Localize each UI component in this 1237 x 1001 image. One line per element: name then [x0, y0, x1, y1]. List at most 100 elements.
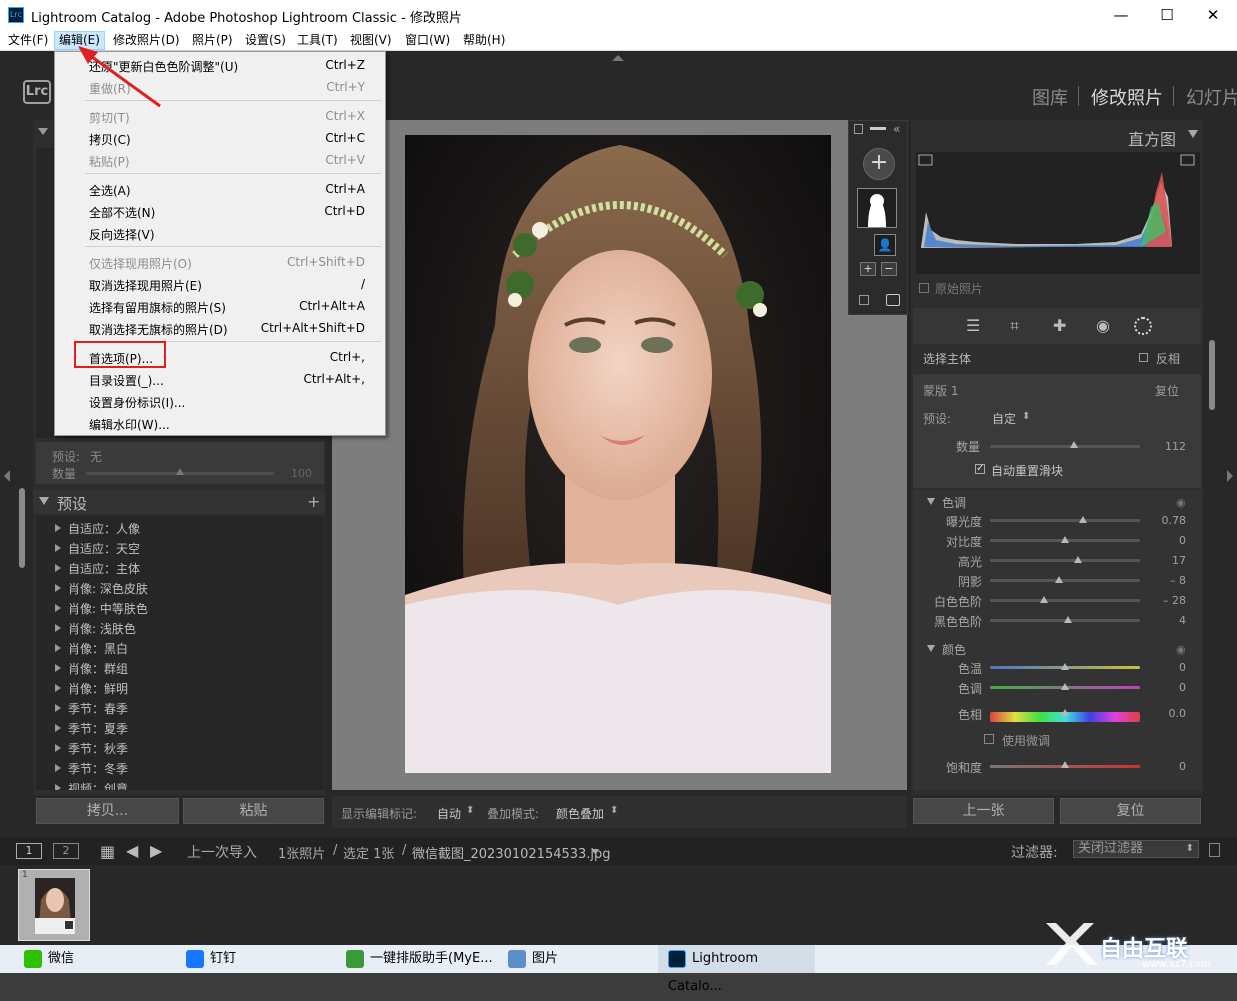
collapse-top-icon[interactable] — [612, 55, 624, 61]
menu-tools[interactable]: 工具(T) — [293, 31, 342, 50]
file-name[interactable]: 微信截图_20230102154533.jpg — [412, 843, 611, 862]
panel-toggle-icon[interactable] — [854, 124, 863, 134]
expand-arrow-icon[interactable] — [55, 584, 61, 592]
menu-item[interactable]: 粘贴(P) Ctrl+V — [55, 149, 385, 171]
menu-item[interactable]: 取消选择现用照片(E) / — [55, 273, 385, 295]
eye-icon[interactable]: ◉ — [1176, 643, 1186, 656]
edit-sliders-icon[interactable]: ☰ — [966, 316, 980, 335]
module-slideshow[interactable]: 幻灯片 — [1186, 84, 1237, 110]
dropdown-arrow-icon[interactable]: ⬍ — [1022, 411, 1030, 422]
add-mask-icon[interactable]: + — [863, 148, 895, 180]
menu-item[interactable]: 全部不选(N) Ctrl+D — [55, 200, 385, 222]
preset-folder-item[interactable]: 肖像: 中等肤色 — [36, 598, 324, 618]
mask-reset-button[interactable]: 复位 — [1155, 382, 1179, 399]
close-icon[interactable]: ✕ — [1190, 0, 1236, 30]
module-develop[interactable]: 修改照片 — [1091, 84, 1163, 110]
dropdown-arrow-icon[interactable]: ⬍ — [610, 805, 618, 816]
adjustment-slider-thumb[interactable] — [1061, 663, 1069, 670]
expand-arrow-icon[interactable] — [55, 784, 61, 790]
menu-item[interactable]: 拷贝(C) Ctrl+C — [55, 127, 385, 149]
show-edit-pins-select[interactable]: 自动 — [437, 805, 461, 822]
preset-folder-item[interactable]: 视频：创意 — [36, 778, 324, 790]
preset-folder-item[interactable]: 自适应：人像 — [36, 518, 324, 538]
menu-help[interactable]: 帮助(H) — [459, 31, 509, 50]
copy-settings-button[interactable]: 拷贝... — [36, 798, 179, 824]
preset-folder-item[interactable]: 肖像: 深色皮肤 — [36, 578, 324, 598]
adjustment-slider[interactable] — [990, 579, 1140, 582]
filter-select[interactable]: 关闭过滤器 ⬍ — [1073, 840, 1199, 858]
preset-folder-item[interactable]: 自适应：主体 — [36, 558, 324, 578]
masking-icon[interactable] — [1134, 317, 1152, 335]
taskbar-lightroom[interactable]: Lightroom Catalo... — [658, 945, 815, 994]
forward-arrow-icon[interactable]: ▶ — [150, 841, 162, 860]
original-photo-checkbox[interactable] — [919, 283, 929, 293]
main-screen-button[interactable]: 1 — [16, 843, 42, 859]
filmstrip-thumbnail[interactable]: 1 — [18, 869, 90, 941]
preset-folder-item[interactable]: 肖像：鲜明 — [36, 678, 324, 698]
histogram-collapse-icon[interactable] — [1188, 130, 1198, 138]
right-scrollbar[interactable] — [1209, 340, 1215, 410]
adjustment-slider-thumb[interactable] — [1061, 709, 1069, 716]
menu-item[interactable]: 反向选择(V) — [55, 222, 385, 244]
add-preset-icon[interactable]: + — [307, 492, 320, 511]
taskbar-typesetting[interactable]: 一键排版助手(MyE... — [346, 945, 493, 973]
menu-item[interactable]: 仅选择现用照片(O) Ctrl+Shift+D — [55, 251, 385, 273]
expand-arrow-icon[interactable] — [55, 704, 61, 712]
adjustment-slider[interactable] — [990, 599, 1140, 602]
navigator-collapse-icon[interactable] — [38, 128, 48, 135]
adjustment-slider-thumb[interactable] — [1061, 536, 1069, 543]
adjustment-slider-thumb[interactable] — [1055, 576, 1063, 583]
minimize-icon[interactable]: — — [1098, 0, 1144, 30]
expand-arrow-icon[interactable] — [55, 564, 61, 572]
grid-view-icon[interactable]: ▦ — [100, 842, 115, 861]
adjustment-slider-thumb[interactable] — [1040, 596, 1048, 603]
second-screen-button[interactable]: 2 — [53, 843, 79, 859]
collapse-strip-icon[interactable]: « — [893, 122, 900, 136]
taskbar-photos[interactable]: 图片 — [508, 945, 558, 973]
adjustment-slider-thumb[interactable] — [1064, 616, 1072, 623]
menu-item[interactable]: 编辑水印(W)... — [55, 412, 385, 434]
expand-arrow-icon[interactable] — [55, 544, 61, 552]
expand-arrow-icon[interactable] — [55, 644, 61, 652]
overlay-mode-select[interactable]: 颜色叠加 — [556, 805, 604, 822]
overlay-color-icon[interactable] — [886, 294, 900, 306]
reset-button[interactable]: 复位 — [1060, 798, 1201, 824]
expand-arrow-icon[interactable] — [55, 604, 61, 612]
add-to-mask-icon[interactable]: + — [860, 262, 876, 276]
subject-mask-icon[interactable]: 👤 — [874, 234, 896, 256]
dropdown-arrow-icon[interactable]: ⬍ — [466, 805, 474, 816]
fine-adjust-checkbox[interactable] — [984, 734, 994, 744]
menu-settings[interactable]: 设置(S) — [241, 31, 290, 50]
menu-photo[interactable]: 照片(P) — [188, 31, 237, 50]
collapse-right-icon[interactable] — [1227, 470, 1233, 482]
adjustment-slider-thumb[interactable] — [1061, 683, 1069, 690]
filmstrip-lock-icon[interactable] — [1209, 843, 1220, 857]
left-amount-thumb[interactable] — [176, 468, 184, 475]
healing-icon[interactable]: ✚ — [1053, 316, 1066, 335]
presets-collapse-icon[interactable] — [39, 497, 49, 505]
preset-folder-item[interactable]: 肖像：群组 — [36, 658, 324, 678]
left-scrollbar[interactable] — [19, 488, 25, 568]
menu-window[interactable]: 窗口(W) — [401, 31, 454, 50]
preset-folder-item[interactable]: 季节：夏季 — [36, 718, 324, 738]
expand-arrow-icon[interactable] — [55, 524, 61, 532]
expand-arrow-icon[interactable] — [55, 744, 61, 752]
mask-amount-slider[interactable] — [990, 445, 1140, 448]
preset-folder-item[interactable]: 季节：秋季 — [36, 738, 324, 758]
auto-reset-checkbox[interactable]: ✓ — [975, 464, 985, 474]
previous-button[interactable]: 上一张 — [913, 798, 1054, 824]
menu-item[interactable]: 全选(A) Ctrl+A — [55, 178, 385, 200]
expand-arrow-icon[interactable] — [55, 764, 61, 772]
adjustment-slider[interactable] — [990, 559, 1140, 562]
collapse-left-icon[interactable] — [4, 470, 10, 482]
taskbar-wechat[interactable]: 微信 — [24, 945, 74, 973]
preset-folder-item[interactable]: 季节：春季 — [36, 698, 324, 718]
saturation-thumb[interactable] — [1061, 761, 1069, 768]
menu-item[interactable]: 目录设置(_)... Ctrl+Alt+, — [55, 368, 385, 390]
menu-item[interactable]: 设置身份标识(I)... — [55, 390, 385, 412]
maximize-icon[interactable]: ☐ — [1144, 0, 1190, 30]
adjustment-slider[interactable] — [990, 519, 1140, 522]
menu-file[interactable]: 文件(F) — [4, 31, 52, 50]
menu-item[interactable]: 选择有留用旗标的照片(S) Ctrl+Alt+A — [55, 295, 385, 317]
red-eye-icon[interactable]: ◉ — [1096, 316, 1110, 335]
